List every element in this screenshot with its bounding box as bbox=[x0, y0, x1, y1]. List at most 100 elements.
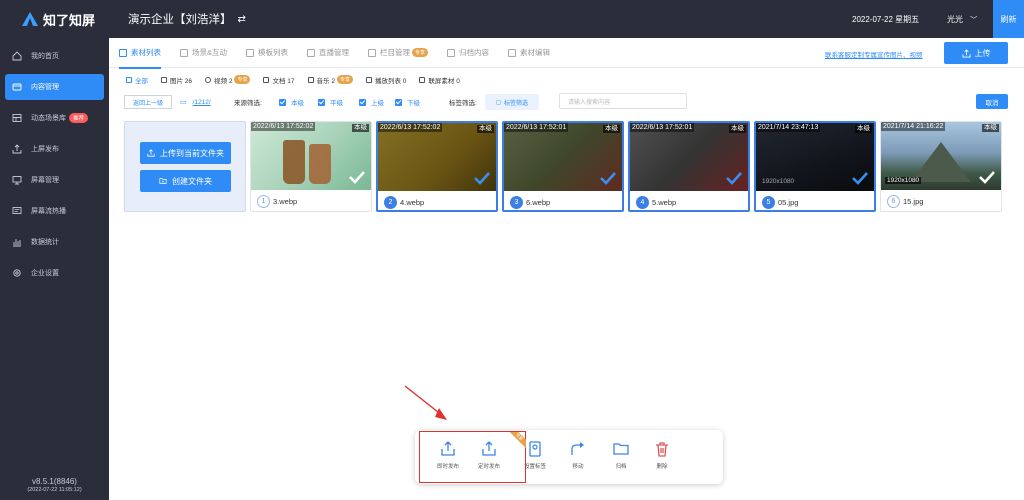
material-thumbnail: 2021/7/14 23:47:13 本级 1920x1080 bbox=[756, 123, 874, 191]
selection-number[interactable]: 3 bbox=[510, 195, 523, 209]
filter-playlist[interactable]: 播放列表 0 bbox=[365, 75, 406, 85]
material-card[interactable]: 2021/7/14 21:16:22 本级 1920x1080 6 15.jpg bbox=[880, 121, 1002, 212]
content-icon bbox=[12, 82, 22, 92]
filter-music[interactable]: 音乐 2 专享 bbox=[307, 75, 353, 85]
cancel-button[interactable]: 取消 bbox=[976, 94, 1008, 109]
filter-multiscreen[interactable]: 联屏素材 0 bbox=[419, 75, 460, 85]
home-icon bbox=[12, 51, 22, 61]
archive-button[interactable]: 归档 bbox=[606, 440, 636, 476]
template-icon bbox=[246, 48, 255, 57]
current-date: 2022-07-22 星期五 bbox=[852, 14, 920, 24]
tab-scene-interaction[interactable]: 场景&互动 bbox=[180, 38, 227, 68]
breadcrumb-path[interactable]: /1212/ bbox=[193, 99, 211, 106]
sidebar: 知了知屏 我的首页 内容管理 动态场景库 推荐 上屏发布 屏幕管理 屏幕流热播 bbox=[0, 0, 109, 500]
monitor-icon bbox=[12, 175, 22, 185]
highlight-box: 专享 bbox=[419, 431, 526, 483]
material-card[interactable]: 2022/6/13 17:52:02 本级 2 4.webp bbox=[376, 121, 498, 212]
material-card[interactable]: 2021/7/14 23:47:13 本级 1920x1080 5 05.jpg bbox=[754, 121, 876, 212]
resolution-badge: 1920x1080 bbox=[885, 177, 922, 184]
selection-number[interactable]: 2 bbox=[384, 195, 397, 209]
tab-material-list[interactable]: 素材列表 bbox=[119, 38, 161, 69]
drink-illustration bbox=[309, 144, 331, 184]
user-menu[interactable]: 光光 ﹀ bbox=[947, 14, 977, 25]
delete-button[interactable]: 删除 bbox=[647, 440, 677, 476]
resolution-badge: 1920x1080 bbox=[762, 178, 795, 185]
filter-document[interactable]: 文档 17 bbox=[263, 75, 295, 85]
sidebar-item-settings[interactable]: 企业设置 bbox=[5, 260, 104, 286]
checkbox bbox=[318, 98, 325, 106]
sidebar-item-label: 我的首页 bbox=[31, 53, 59, 60]
source-checkbox-upper-level[interactable]: 上级 bbox=[359, 97, 384, 107]
chevron-down-icon: ﹀ bbox=[970, 16, 978, 24]
material-card[interactable]: 2022/6/13 17:52:02 本级 1 3.webp bbox=[250, 121, 372, 212]
material-caption: 4 5.webp bbox=[630, 191, 748, 210]
app-name: 知了知屏 bbox=[43, 12, 96, 28]
upload-time: 2021/7/14 21:16:22 bbox=[881, 122, 946, 131]
live-icon bbox=[307, 48, 316, 57]
material-card[interactable]: 2022/6/13 17:52:01 本级 3 6.webp bbox=[502, 121, 624, 212]
screen-icon bbox=[12, 206, 22, 216]
tab-material-edit[interactable]: 素材编辑 bbox=[508, 38, 550, 68]
tab-archive[interactable]: 归档内容 bbox=[447, 38, 489, 68]
list-icon bbox=[119, 48, 127, 57]
share-icon bbox=[571, 442, 584, 455]
logo-icon bbox=[22, 12, 38, 26]
back-button[interactable]: 返回上一级 bbox=[124, 95, 173, 109]
vip-badge: 专享 bbox=[336, 75, 353, 84]
sidebar-item-label: 上屏发布 bbox=[31, 146, 59, 153]
main-panel: 素材列表 场景&互动 模板列表 直播管理 栏目管理 专享 归档内容 素材编辑 联系… bbox=[109, 38, 1024, 500]
sidebar-item-label: 屏幕流热播 bbox=[31, 208, 66, 215]
selection-number[interactable]: 6 bbox=[887, 194, 900, 208]
sidebar-item-publish[interactable]: 上屏发布 bbox=[5, 136, 104, 162]
sidebar-item-stats[interactable]: 数据统计 bbox=[5, 229, 104, 255]
swap-icon[interactable]: ⇄ bbox=[238, 14, 246, 25]
selection-number[interactable]: 4 bbox=[636, 195, 649, 209]
material-caption: 5 05.jpg bbox=[756, 191, 874, 210]
source-checkbox-same-level[interactable]: 本级 bbox=[279, 97, 304, 107]
selection-number[interactable]: 5 bbox=[762, 195, 775, 209]
source-checkbox-lower-level[interactable]: 下级 bbox=[395, 97, 420, 107]
edit-icon bbox=[508, 48, 517, 57]
sidebar-item-monitor[interactable]: 屏幕管理 bbox=[5, 167, 104, 193]
tab-column-management[interactable]: 栏目管理 专享 bbox=[368, 38, 429, 68]
sidebar-item-scene[interactable]: 动态场景库 推荐 bbox=[5, 105, 104, 131]
checkbox bbox=[359, 98, 366, 106]
level-badge: 本级 bbox=[729, 125, 746, 133]
source-checkbox-peer-level[interactable]: 平级 bbox=[318, 97, 343, 107]
move-button[interactable]: 移动 bbox=[563, 440, 593, 476]
file-name: 05.jpg bbox=[778, 197, 799, 207]
sidebar-item-home[interactable]: 我的首页 bbox=[5, 43, 104, 69]
contact-service-link[interactable]: 联系客服定制专属宣传图片、视频 bbox=[825, 49, 923, 59]
refresh-button[interactable]: 刷新 bbox=[993, 0, 1024, 38]
level-badge: 本级 bbox=[603, 125, 620, 133]
gear-icon bbox=[12, 268, 22, 278]
checkbox bbox=[395, 98, 402, 106]
selection-number[interactable]: 1 bbox=[257, 194, 270, 208]
check-icon bbox=[852, 172, 868, 185]
filter-all[interactable]: 全部 bbox=[126, 75, 148, 85]
tag-filter-label: 标签筛选: bbox=[449, 100, 477, 107]
playlist-icon bbox=[365, 76, 372, 83]
search-input[interactable]: 请输入搜索内容 bbox=[559, 93, 687, 109]
upload-button[interactable]: 上传 bbox=[944, 42, 1008, 64]
checkbox bbox=[279, 98, 286, 106]
material-thumbnail: 2022/6/13 17:52:01 本级 bbox=[504, 123, 622, 191]
level-badge: 本级 bbox=[352, 124, 369, 132]
folder-plus-icon bbox=[159, 178, 167, 184]
upload-to-folder-button[interactable]: 上传到当前文件夹 bbox=[140, 142, 231, 164]
filter-image[interactable]: 图片 26 bbox=[161, 75, 192, 85]
tag-filter-button[interactable]: ◻ 标签筛选 bbox=[485, 94, 539, 110]
tab-live-management[interactable]: 直播管理 bbox=[307, 38, 349, 68]
sidebar-item-content[interactable]: 内容管理 bbox=[5, 74, 104, 100]
tab-bar: 素材列表 场景&互动 模板列表 直播管理 栏目管理 专享 归档内容 素材编辑 联系… bbox=[109, 38, 1024, 69]
mountain-illustration bbox=[911, 142, 971, 182]
app-logo[interactable]: 知了知屏 bbox=[0, 0, 109, 38]
company-switcher[interactable]: 演示企业【刘浩洋】 ⇄ bbox=[128, 11, 246, 27]
level-badge: 本级 bbox=[855, 125, 872, 133]
tab-template-list[interactable]: 模板列表 bbox=[246, 38, 288, 68]
material-card[interactable]: 2022/6/13 17:52:01 本级 4 5.webp bbox=[628, 121, 750, 212]
create-folder-button[interactable]: 创建文件夹 bbox=[140, 170, 231, 192]
filter-video[interactable]: 视频 2 专享 bbox=[205, 75, 251, 85]
upload-icon bbox=[961, 48, 971, 58]
sidebar-item-screen[interactable]: 屏幕流热播 bbox=[5, 198, 104, 224]
